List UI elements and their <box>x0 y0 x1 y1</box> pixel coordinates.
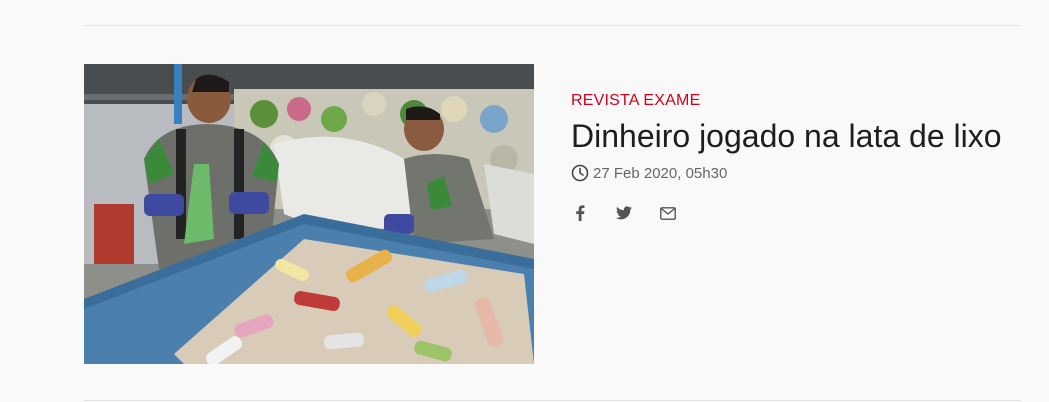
twitter-share-button[interactable] <box>615 204 633 222</box>
share-bar <box>571 204 1011 222</box>
facebook-icon <box>576 205 585 221</box>
twitter-icon <box>616 206 632 220</box>
article-headline[interactable]: Dinheiro jogado na lata de lixo <box>571 118 1011 154</box>
article-body: REVISTA EXAME Dinheiro jogado na lata de… <box>571 90 1011 222</box>
clock-icon <box>571 164 589 182</box>
top-divider <box>84 25 1021 26</box>
recycling-photo <box>84 64 534 364</box>
bottom-divider <box>84 400 1021 401</box>
email-icon <box>660 206 676 220</box>
facebook-share-button[interactable] <box>571 204 589 222</box>
article-date: 27 Feb 2020, 05h30 <box>593 164 728 182</box>
email-share-button[interactable] <box>659 204 677 222</box>
article-meta: 27 Feb 2020, 05h30 <box>571 164 1011 182</box>
article-image[interactable] <box>84 64 534 364</box>
article-source[interactable]: REVISTA EXAME <box>571 90 1011 112</box>
